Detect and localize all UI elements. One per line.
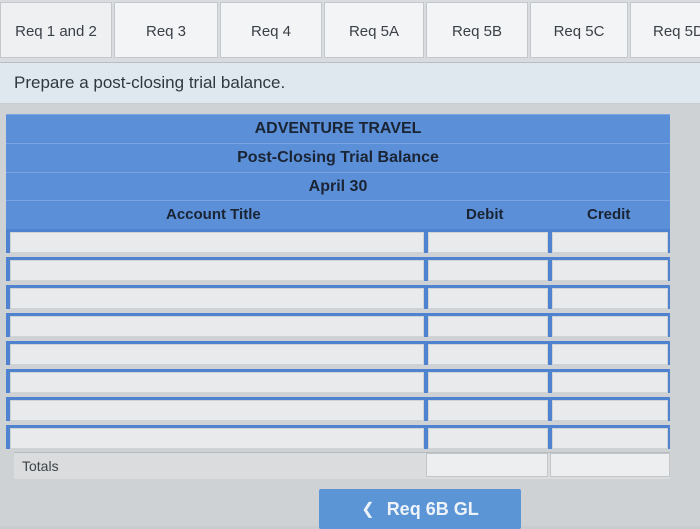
credit-input[interactable] [552,232,668,253]
credit-input[interactable] [552,288,668,309]
debit-total-input[interactable] [426,453,548,477]
statement-date: April 30 [6,172,670,200]
credit-input[interactable] [552,316,668,337]
req-6b-gl-label: Req 6B GL [386,498,479,519]
debit-input[interactable] [428,428,548,449]
credit-input[interactable] [552,400,668,421]
debit-input[interactable] [428,372,548,393]
totals-row: Totals [14,452,670,479]
credit-input[interactable] [552,344,668,365]
table-row [6,397,670,421]
debit-input[interactable] [428,400,548,421]
account-title-header: Account Title [166,206,261,223]
tab-req-5a[interactable]: Req 5A [324,2,424,58]
debit-input[interactable] [428,316,548,337]
table-row [6,285,670,309]
debit-input[interactable] [428,344,548,365]
credit-input[interactable] [552,372,668,393]
statement-title: Post-Closing Trial Balance [6,143,670,172]
credit-input[interactable] [552,260,668,281]
debit-header: Debit [466,206,504,223]
debit-input[interactable] [428,288,548,309]
column-header-row: Account Title Debit Credit [6,200,670,229]
debit-input[interactable] [428,260,548,281]
tab-req-1-and-2[interactable]: Req 1 and 2 [0,2,112,58]
account-title-input[interactable] [10,316,424,337]
debit-input[interactable] [428,232,548,253]
totals-label: Totals [22,458,59,474]
table-row [6,425,670,449]
credit-header: Credit [587,206,631,223]
account-title-input[interactable] [10,400,424,421]
account-title-input[interactable] [10,372,424,393]
instruction-text: Prepare a post-closing trial balance. [14,73,286,92]
tab-req-5c[interactable]: Req 5C [530,2,628,58]
credit-total-input[interactable] [550,453,670,477]
table-row [6,369,670,393]
tab-req-5b[interactable]: Req 5B [426,2,528,58]
account-title-input[interactable] [10,260,424,281]
req-6b-gl-button[interactable]: ❮ Req 6B GL [319,489,521,529]
account-title-input[interactable] [10,288,424,309]
tab-req-3[interactable]: Req 3 [114,2,218,58]
instruction-bar: Prepare a post-closing trial balance. [0,63,700,103]
table-row [6,341,670,365]
company-name: ADVENTURE TRAVEL [6,114,670,143]
tab-req-4[interactable]: Req 4 [220,2,322,58]
table-row [6,313,670,337]
account-title-input[interactable] [10,232,424,253]
account-title-input[interactable] [10,344,424,365]
table-row [6,229,670,253]
table-row [6,257,670,281]
chevron-left-icon: ❮ [361,501,375,518]
requirement-tabs: Req 1 and 2 Req 3 Req 4 Req 5A Req 5B Re… [0,0,700,63]
credit-input[interactable] [552,428,668,449]
tab-req-5d[interactable]: Req 5D [630,2,700,58]
account-title-input[interactable] [10,428,424,449]
